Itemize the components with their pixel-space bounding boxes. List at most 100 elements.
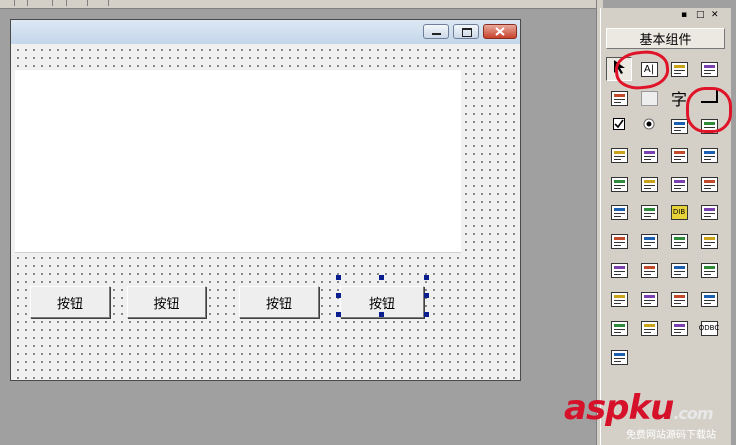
selection-handle[interactable]	[424, 275, 429, 280]
transfer-tool-icon	[670, 262, 688, 278]
blank-tool-button[interactable]	[636, 86, 662, 110]
maximize-icon	[462, 28, 472, 37]
shape-tool-icon	[700, 61, 718, 77]
window-tool-icon	[670, 291, 688, 307]
selection-handle[interactable]	[336, 293, 341, 298]
toolbar-separator	[27, 0, 28, 6]
checkbox-tool-button[interactable]	[606, 114, 632, 138]
tabstrip-tool-button[interactable]	[636, 172, 662, 196]
minimize-icon	[432, 33, 441, 35]
ime-tool-button[interactable]	[636, 200, 662, 224]
tree-tool-icon	[610, 320, 628, 336]
area-chart-tool-button[interactable]	[666, 316, 692, 340]
palette-tool-icon	[610, 233, 628, 249]
split-tool-button[interactable]	[666, 229, 692, 253]
odbc-tool-icon: ODBC	[699, 320, 719, 336]
toolbar-separator	[87, 0, 88, 6]
blank-tool-icon	[640, 90, 658, 106]
palette-tool-button[interactable]	[606, 229, 632, 253]
split-tool-icon	[670, 233, 688, 249]
ide-toolbar-strip	[0, 0, 596, 9]
close-button[interactable]	[483, 24, 517, 39]
printer-tool-icon	[640, 262, 658, 278]
ruler-tool-button[interactable]	[696, 143, 722, 167]
watermark-logo: aspku.com	[564, 388, 714, 428]
globe-tool-button[interactable]	[636, 229, 662, 253]
form-button-2[interactable]: 按钮	[127, 286, 206, 318]
globe-tool-icon	[640, 233, 658, 249]
selection-handle[interactable]	[336, 312, 341, 317]
window-tool-button[interactable]	[666, 287, 692, 311]
monitor-tool-icon	[700, 233, 718, 249]
toolbar-separator	[108, 0, 109, 6]
window-title-bar[interactable]	[11, 20, 520, 44]
shape-tool-button[interactable]	[696, 57, 722, 81]
db-list-tool-button[interactable]	[636, 316, 662, 340]
link-tool-icon	[640, 291, 658, 307]
selection-handle[interactable]	[379, 275, 384, 280]
computer-tool-button[interactable]	[606, 287, 632, 311]
tree-tool-button[interactable]	[606, 316, 632, 340]
spin-tool-button[interactable]	[636, 143, 662, 167]
designer-window: 按钮 按钮 按钮 按钮	[10, 19, 521, 381]
slider-tool-button[interactable]	[666, 143, 692, 167]
link-tool-button[interactable]	[636, 287, 662, 311]
edit-tool-button[interactable]	[606, 86, 632, 110]
restore-icon[interactable]: □	[696, 10, 705, 20]
slider-tool-icon	[670, 147, 688, 163]
watermark: aspku.com 免费网站源码下载站	[564, 388, 734, 443]
table-tool-icon	[610, 204, 628, 220]
pin-icon[interactable]: ▪	[681, 10, 687, 20]
close-icon	[495, 27, 505, 36]
network-tool-button[interactable]	[696, 258, 722, 282]
selection-handle[interactable]	[379, 312, 384, 317]
selection-handle[interactable]	[424, 293, 429, 298]
network-tool-icon	[700, 262, 718, 278]
toolbar-separator	[14, 0, 15, 6]
selection-handle[interactable]	[424, 312, 429, 317]
picture-tool-icon	[670, 61, 688, 77]
ime-tool-icon	[640, 204, 658, 220]
db-list-tool-icon	[640, 320, 658, 336]
listview-tool-icon	[670, 118, 688, 134]
hscroll-tool-button[interactable]	[606, 172, 632, 196]
form-button-1[interactable]: 按钮	[30, 286, 110, 318]
tabstrip-tool-icon	[640, 176, 658, 192]
radio-tool-button[interactable]	[636, 114, 662, 138]
dib-tool-icon: DIB	[670, 204, 688, 220]
table-tool-button[interactable]	[606, 200, 632, 224]
computer-tool-icon	[610, 291, 628, 307]
minimize-button[interactable]	[423, 24, 449, 39]
chart-tool-button[interactable]	[666, 172, 692, 196]
odbc-tool-button[interactable]: ODBC	[696, 316, 722, 340]
gauge-tool-button[interactable]	[696, 172, 722, 196]
timer-tool-icon	[610, 262, 628, 278]
printer-tool-button[interactable]	[636, 258, 662, 282]
timer-tool-button[interactable]	[606, 258, 632, 282]
monitor-tool-button[interactable]	[696, 229, 722, 253]
chart-tool-icon	[670, 176, 688, 192]
tab-basic-components[interactable]: 基本组件	[606, 28, 725, 49]
text-tool-icon: 字	[670, 90, 687, 109]
document-tool-icon	[700, 204, 718, 220]
transfer-tool-button[interactable]	[666, 258, 692, 282]
area-chart-tool-icon	[670, 320, 688, 336]
form-design-surface[interactable]: 按钮 按钮 按钮 按钮	[12, 44, 519, 380]
toolbar-separator	[52, 0, 53, 6]
grid-tool-button[interactable]	[606, 143, 632, 167]
plug-tool-button[interactable]	[606, 345, 632, 369]
dib-tool-button[interactable]: DIB	[666, 200, 692, 224]
gauge-tool-icon	[700, 176, 718, 192]
database-grid-tool-button[interactable]	[696, 287, 722, 311]
maximize-button[interactable]	[453, 24, 479, 39]
edit-box-control[interactable]	[15, 70, 461, 253]
document-tool-button[interactable]	[696, 200, 722, 224]
grid-tool-icon	[610, 147, 628, 163]
database-grid-tool-icon	[700, 291, 718, 307]
plug-tool-icon	[610, 349, 628, 365]
selection-handle[interactable]	[336, 275, 341, 280]
edit-tool-icon	[610, 90, 628, 106]
picture-tool-button[interactable]	[666, 57, 692, 81]
close-icon[interactable]: ✕	[711, 10, 719, 20]
form-button-3[interactable]: 按钮	[239, 286, 319, 318]
